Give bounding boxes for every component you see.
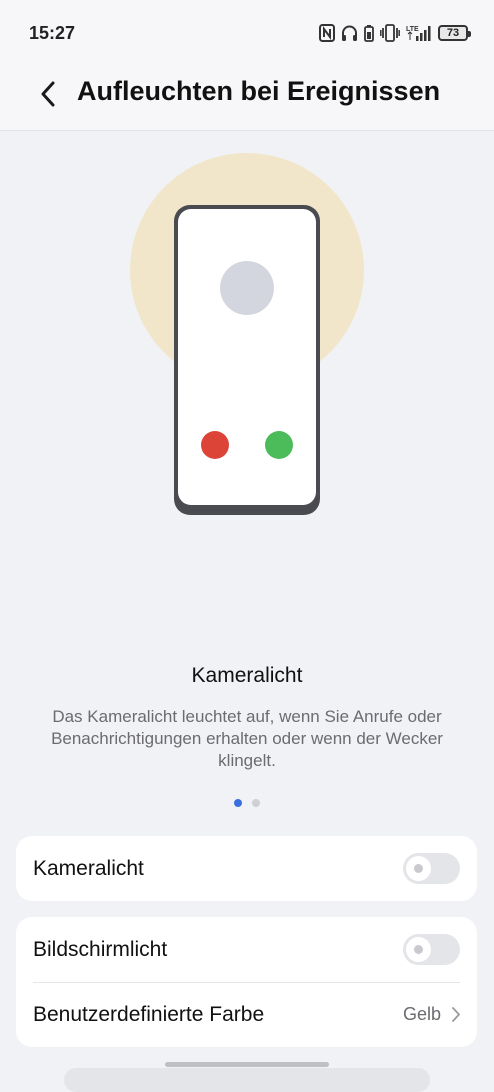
toggle-knob [406, 937, 431, 962]
page-dot-1[interactable] [234, 799, 242, 807]
header: Aufleuchten bei Ereignissen [0, 66, 494, 131]
lte-signal-icon: LTE [406, 24, 432, 42]
custom-color-value: Gelb [402, 1004, 441, 1024]
status-time: 15:27 [29, 23, 76, 43]
screen-light-row[interactable]: Bildschirmlicht [16, 917, 477, 982]
caller-avatar [220, 261, 274, 315]
battery-saver-icon [364, 24, 374, 42]
status-icons: LTE 73 [319, 22, 471, 44]
screen-light-label: Bildschirmlicht [33, 937, 168, 961]
status-bar: 15:27 LTE 73 [0, 0, 494, 66]
camera-light-card: Kameralicht [16, 836, 477, 901]
bottom-panel-edge [64, 1068, 430, 1092]
decline-call-icon [201, 431, 229, 459]
page-indicator [0, 799, 494, 807]
screen-light-toggle[interactable] [403, 934, 460, 965]
battery-indicator: 73 [438, 25, 471, 41]
camera-light-row[interactable]: Kameralicht [16, 836, 477, 901]
back-button[interactable] [33, 79, 63, 109]
page-dot-2[interactable] [252, 799, 260, 807]
camera-light-label: Kameralicht [33, 856, 144, 880]
custom-color-row[interactable]: Benutzerdefinierte Farbe Gelb [16, 982, 477, 1047]
phone-screen [178, 209, 316, 505]
headphones-icon [341, 25, 358, 42]
carousel-illustration[interactable] [0, 131, 494, 651]
chevron-left-icon [41, 81, 55, 107]
page-title: Aufleuchten bei Ereignissen [77, 76, 441, 106]
phone-illustration [130, 153, 364, 515]
custom-color-label: Benutzerdefinierte Farbe [33, 1002, 265, 1026]
toggle-knob [406, 856, 431, 881]
carousel-title: Kameralicht [191, 664, 303, 687]
home-indicator[interactable] [165, 1062, 329, 1067]
vibrate-icon [380, 24, 400, 42]
nfc-icon [319, 24, 335, 42]
chevron-right-icon [452, 1007, 460, 1022]
screen-light-card: Bildschirmlicht Benutzerdefinierte Farbe… [16, 917, 477, 1047]
svg-text:LTE: LTE [406, 26, 419, 33]
accept-call-icon [265, 431, 293, 459]
carousel-description: Das Kameralicht leuchtet auf, wenn Sie A… [51, 707, 443, 770]
camera-light-toggle[interactable] [403, 853, 460, 884]
